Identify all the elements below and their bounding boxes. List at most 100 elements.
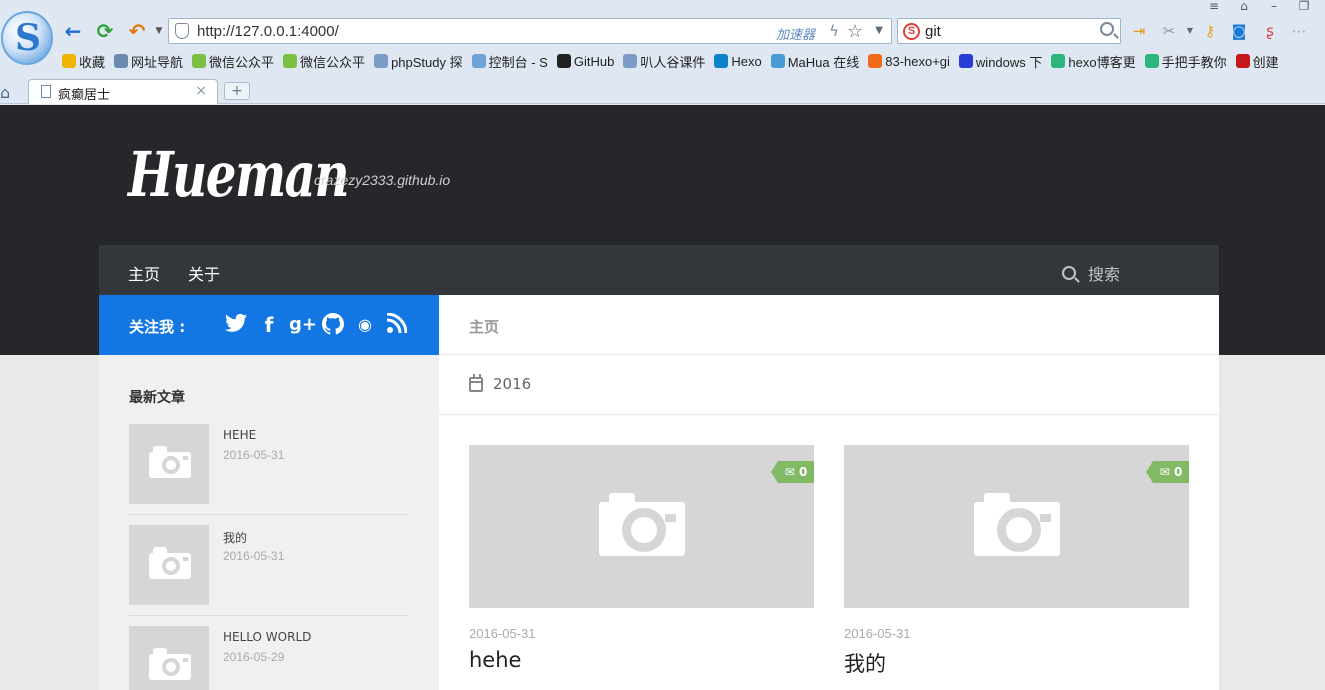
nav-item-about[interactable]: 关于 <box>188 261 220 285</box>
scissors-icon[interactable]: ✂ <box>1160 22 1178 40</box>
comment-count: 0 <box>798 465 808 479</box>
post-card-title[interactable]: 我的 <box>844 648 886 678</box>
bookmark-label: 控制台 - S <box>488 54 548 70</box>
post-card-title[interactable]: hehe <box>469 648 521 672</box>
back-arrow-icon[interactable]: ← <box>62 20 84 42</box>
site-description: crazezy2333.github.io <box>314 172 451 188</box>
search-box[interactable]: S <box>897 18 1121 44</box>
recent-post-item[interactable]: HELLO WORLD 2016-05-29 <box>129 626 409 690</box>
bookmark-star-icon[interactable]: ☆ <box>847 21 863 42</box>
bookmark-item[interactable]: Hexo <box>714 52 762 70</box>
page-icon <box>374 54 389 68</box>
tab-strip: ⌂ 疯癫居士 × + <box>0 78 1325 104</box>
bookmark-item[interactable]: 控制台 - S <box>471 52 548 70</box>
accelerator-button[interactable]: 加速器 <box>776 24 815 43</box>
bookmark-item[interactable]: GitHub <box>556 52 614 70</box>
chevron-down-icon[interactable]: ▼ <box>875 25 883 36</box>
new-tab-button[interactable]: + <box>224 82 250 100</box>
key-icon[interactable]: ⚷ <box>1201 22 1219 40</box>
recent-post-title[interactable]: HEHE <box>223 428 256 442</box>
search-input[interactable] <box>925 22 1090 41</box>
post-thumbnail[interactable] <box>129 626 209 690</box>
leaf-icon <box>1144 54 1159 68</box>
github-icon <box>556 54 571 68</box>
lightning-icon[interactable]: ϟ <box>829 22 839 40</box>
address-bar[interactable]: http://127.0.0.1:4000/ 加速器 ϟ ☆ ▼ <box>168 18 892 44</box>
weibo-icon[interactable]: ◉ <box>353 313 377 337</box>
bookmark-item[interactable]: 收藏 <box>62 52 105 70</box>
google-plus-icon[interactable]: g+ <box>289 313 317 337</box>
follow-label: 关注我 : <box>129 318 186 336</box>
rss-icon[interactable] <box>385 312 409 337</box>
nav-item-home[interactable]: 主页 <box>128 261 160 285</box>
star-icon <box>62 54 76 68</box>
recent-post-item[interactable]: 我的 2016-05-31 <box>129 525 409 616</box>
bookmark-item[interactable]: hexo博客更 <box>1051 52 1136 70</box>
bookmark-item[interactable]: 83-hexo+gi <box>868 52 950 70</box>
post-card-date: 2016-05-31 <box>469 626 536 641</box>
divider <box>129 514 409 515</box>
github-icon[interactable] <box>321 313 345 337</box>
address-url[interactable]: http://127.0.0.1:4000/ <box>197 23 339 40</box>
leaf-icon <box>1051 54 1066 68</box>
login-icon[interactable]: ⇥ <box>1130 22 1148 40</box>
comment-count-badge[interactable]: ✉ 0 <box>1146 461 1189 483</box>
home-icon[interactable]: ⌂ <box>0 83 18 102</box>
post-card-image[interactable]: ✉ 0 <box>469 445 814 608</box>
skin-icon[interactable]: ⌂ <box>1236 0 1252 12</box>
undo-icon[interactable]: ↶ <box>126 20 148 42</box>
paw-icon <box>958 54 973 68</box>
post-card-date: 2016-05-31 <box>844 626 911 641</box>
tab-active[interactable]: 疯癫居士 × <box>28 79 218 104</box>
bookmark-item[interactable]: MaHua 在线 <box>770 52 859 70</box>
menu-icon[interactable]: ≡ <box>1206 0 1222 12</box>
bookmark-item[interactable]: 微信公众平 <box>283 52 365 70</box>
bookmark-item[interactable]: 手把手教你 <box>1144 52 1227 70</box>
hexo-icon <box>714 54 729 68</box>
camera-icon <box>599 493 685 556</box>
bookmark-label: Hexo <box>731 53 762 69</box>
bookmark-item[interactable]: windows 下 <box>958 52 1042 70</box>
breadcrumb: 主页 <box>469 318 500 336</box>
recent-post-title[interactable]: HELLO WORLD <box>223 630 311 644</box>
search-icon <box>1062 266 1076 280</box>
twitter-icon[interactable] <box>224 313 248 337</box>
browser-logo[interactable]: S <box>1 11 53 65</box>
scissors-dropdown-icon[interactable]: ▼ <box>1181 22 1199 40</box>
search-icon[interactable] <box>1100 22 1114 36</box>
restore-icon[interactable]: ❐ <box>1296 0 1312 12</box>
comment-count-badge[interactable]: ✉ 0 <box>771 461 814 483</box>
bookmark-item[interactable]: 微信公众平 <box>192 52 274 70</box>
camera-icon <box>974 493 1060 556</box>
recent-post-item[interactable]: HEHE 2016-05-31 <box>129 424 409 515</box>
bookmark-item[interactable]: 创建 <box>1235 52 1279 70</box>
find-icon[interactable]: ◙ <box>1230 22 1248 40</box>
recent-post-date: 2016-05-29 <box>223 650 285 664</box>
tab-title: 疯癫居士 <box>58 87 111 102</box>
nav-search[interactable]: 搜索 <box>1062 261 1120 285</box>
main-nav: 主页 关于 搜索 <box>99 245 1219 295</box>
globe-icon <box>114 54 129 68</box>
recent-post-date: 2016-05-31 <box>223 549 285 563</box>
post-thumbnail[interactable] <box>129 525 209 605</box>
calendar-icon <box>469 373 483 392</box>
close-icon[interactable]: × <box>195 83 207 99</box>
bookmark-item[interactable]: phpStudy 探 <box>374 52 463 70</box>
more-icon[interactable]: ⋯ <box>1290 22 1308 40</box>
facebook-icon[interactable]: f <box>257 313 281 337</box>
recent-post-title[interactable]: 我的 <box>223 529 247 546</box>
undo-dropdown-icon[interactable]: ▼ <box>148 20 170 42</box>
post-card-image[interactable]: ✉ 0 <box>844 445 1189 608</box>
sogou-search-icon[interactable]: S <box>903 23 920 40</box>
refresh-icon[interactable]: ⟳ <box>94 20 116 42</box>
camera-icon <box>149 547 191 579</box>
post-thumbnail[interactable] <box>129 424 209 504</box>
wechat-icon <box>192 54 207 68</box>
minimize-icon[interactable]: – <box>1266 0 1282 12</box>
camera-icon <box>149 446 191 478</box>
weibo-share-icon[interactable]: ʂ <box>1261 22 1279 40</box>
bookmark-label: 收藏 <box>79 54 106 70</box>
bookmark-item[interactable]: 网址导航 <box>114 52 183 70</box>
bookmark-item[interactable]: 叭人谷课件 <box>623 52 705 70</box>
page-icon <box>623 54 638 68</box>
